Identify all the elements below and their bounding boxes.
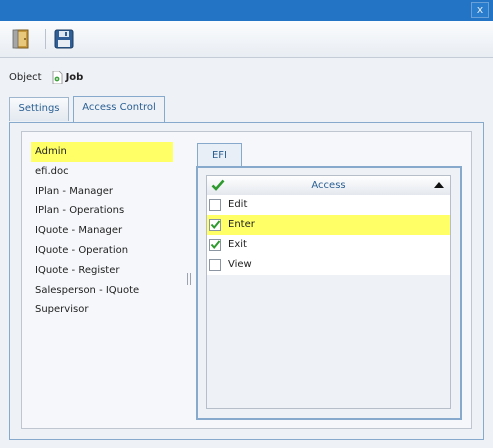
checkbox-edit[interactable] — [209, 199, 221, 211]
tab-efi[interactable]: EFI — [197, 143, 242, 167]
tab-settings[interactable]: Settings — [9, 97, 69, 121]
splitter-handle[interactable] — [187, 273, 191, 285]
close-button[interactable]: x — [471, 2, 489, 18]
checkbox-view[interactable] — [209, 259, 221, 271]
tab-access-control[interactable]: Access Control — [73, 96, 165, 122]
role-item-iplan-operations[interactable]: IPlan - Operations — [31, 201, 173, 221]
role-list: Admin efi.doc IPlan - Manager IPlan - Op… — [31, 142, 173, 320]
job-gear-icon — [52, 70, 63, 84]
grid-row-exit[interactable]: Exit — [207, 235, 450, 255]
checkbox-enter[interactable] — [209, 219, 221, 231]
access-grid: Access Edit Enter Exit View — [206, 175, 451, 409]
role-item-iplan-manager[interactable]: IPlan - Manager — [31, 182, 173, 202]
role-item-efi-doc[interactable]: efi.doc — [31, 162, 173, 182]
title-bar: x — [0, 0, 493, 21]
row-label: Enter — [228, 219, 255, 230]
grid-header[interactable]: Access — [207, 176, 450, 196]
role-item-iquote-operation[interactable]: IQuote - Operation — [31, 241, 173, 261]
role-item-supervisor[interactable]: Supervisor — [31, 300, 173, 320]
row-label: Edit — [228, 199, 248, 210]
toolbar-separator — [45, 29, 46, 49]
grid-row-view[interactable]: View — [207, 255, 450, 275]
grid-header-label: Access — [311, 180, 346, 191]
save-floppy-icon[interactable] — [52, 27, 76, 51]
checkbox-exit[interactable] — [209, 239, 221, 251]
role-item-salesperson-iquote[interactable]: Salesperson - IQuote — [31, 281, 173, 301]
role-item-iquote-manager[interactable]: IQuote - Manager — [31, 221, 173, 241]
grid-row-edit[interactable]: Edit — [207, 195, 450, 215]
grid-rows: Edit Enter Exit View — [207, 195, 450, 275]
role-item-iquote-register[interactable]: IQuote - Register — [31, 261, 173, 281]
row-label: View — [228, 259, 252, 270]
row-label: Exit — [228, 239, 247, 250]
exit-door-icon[interactable] — [10, 27, 34, 51]
object-name: Job — [65, 71, 84, 83]
grid-row-enter[interactable]: Enter — [207, 215, 450, 235]
toolbar — [0, 21, 493, 58]
object-row: Object Job — [9, 70, 83, 84]
role-item-admin[interactable]: Admin — [31, 142, 173, 162]
object-label: Object — [9, 71, 42, 83]
sort-arrow-icon[interactable] — [434, 182, 444, 188]
